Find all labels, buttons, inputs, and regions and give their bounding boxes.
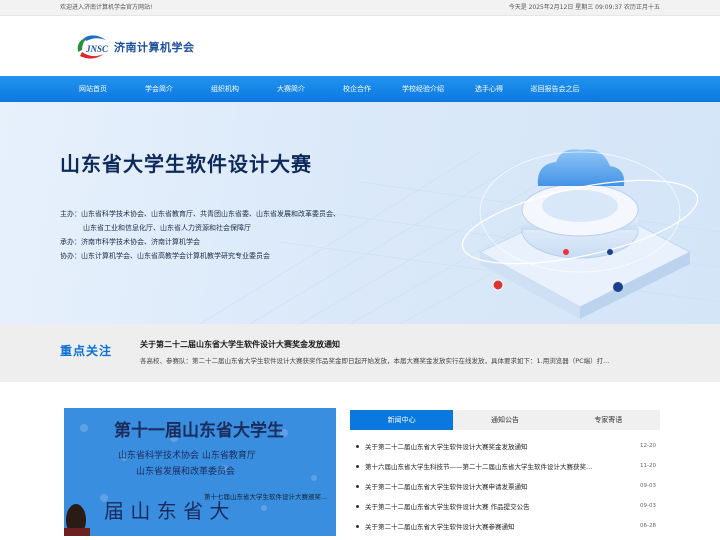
nav-item-cooperation[interactable]: 校企合作 bbox=[324, 76, 390, 102]
svg-text:届 山 东 省 大: 届 山 东 省 大 bbox=[104, 499, 229, 523]
svg-text:山东省科学技术协会 山东省教育厅: 山东省科学技术协会 山东省教育厅 bbox=[118, 449, 256, 461]
focus-summary: 各高校、参赛队：第二十二届山东省大学生软件设计大赛获奖作品奖金即日起开始发放，本… bbox=[140, 357, 610, 365]
undertaker-line: 承办：济南市科学技术协会、济南计算机学会 bbox=[60, 238, 200, 246]
news-date: 12-20 bbox=[640, 443, 656, 449]
list-item[interactable]: 关于第二十二届山东省大学生软件设计大赛申请发票通知 09-03 bbox=[350, 476, 660, 496]
news-photo-slideshow[interactable]: 第十一届山东省大学生 山东省科学技术协会 山东省教育厅 山东省发展和改革委员会 … bbox=[60, 404, 340, 540]
news-title: 关于第二十二届山东省大学生软件设计大赛奖金发放通知 bbox=[365, 443, 528, 451]
bullet-icon bbox=[356, 484, 359, 488]
nav-item-tour-report[interactable]: 巡回报告会之后 bbox=[522, 76, 588, 102]
focus-headline-link[interactable]: 关于第二十二届山东省大学生软件设计大赛奖金发放通知 bbox=[140, 339, 340, 350]
nav-item-organization[interactable]: 组织机构 bbox=[192, 76, 258, 102]
hero-organizers: 主办：山东省科学技术协会、山东省教育厅、共青团山东省委、山东省发展和改革委员会、… bbox=[60, 207, 340, 263]
top-bar: 欢迎进入济南计算机学会官方网站! 今天是 2025年2月12日 星期三 09:0… bbox=[0, 0, 720, 16]
list-item[interactable]: 关于第二十二届山东省大学生软件设计大赛 作品提交公告 09-03 bbox=[350, 496, 660, 516]
nav-item-contest-intro[interactable]: 大赛简介 bbox=[258, 76, 324, 102]
main-nav: 网站首页 学会简介 组织机构 大赛简介 校企合作 学校经验介绍 选手心得 巡回报… bbox=[0, 76, 720, 102]
list-item[interactable]: 关于第二十二届山东省大学生软件设计大赛奖金发放通知 12-20 bbox=[350, 436, 660, 456]
site-name: 济南计算机学会 bbox=[114, 41, 195, 54]
date-text: 今天是 2025年2月12日 星期三 09:09:37 农历正月十五 bbox=[508, 4, 660, 11]
bullet-icon bbox=[356, 464, 359, 468]
tab-expert-messages[interactable]: 专家寄语 bbox=[557, 410, 660, 430]
list-item[interactable]: 关于第二十二届山东省大学生软件设计大赛参赛通知 06-28 bbox=[350, 516, 660, 536]
site-logo[interactable]: JNSC 济南计算机学会 bbox=[72, 32, 195, 62]
award-ceremony-photo: 第十一届山东省大学生 山东省科学技术协会 山东省教育厅 山东省发展和改革委员会 … bbox=[64, 408, 336, 536]
list-item[interactable]: 第十六届山东省大学生科技节——第二十二届山东省大学生软件设计大赛获奖... 11… bbox=[350, 456, 660, 476]
header: JNSC 济南计算机学会 bbox=[0, 16, 720, 76]
news-title: 第十六届山东省大学生科技节——第二十二届山东省大学生软件设计大赛获奖... bbox=[365, 463, 593, 471]
news-date: 09-03 bbox=[640, 483, 656, 489]
svg-text:山东省发展和改革委员会: 山东省发展和改革委员会 bbox=[136, 465, 235, 477]
nav-item-about[interactable]: 学会简介 bbox=[126, 76, 192, 102]
news-title: 关于第二十二届山东省大学生软件设计大赛申请发票通知 bbox=[365, 483, 528, 491]
bullet-icon bbox=[356, 444, 359, 448]
logo-mark-icon: JNSC bbox=[72, 32, 112, 62]
photo-caption[interactable]: 第十七届山东省大学生软件设计大赛颁奖... bbox=[204, 491, 327, 501]
news-date: 11-20 bbox=[640, 463, 656, 469]
bullet-icon bbox=[356, 524, 359, 528]
tab-news-center[interactable]: 新闻中心 bbox=[350, 410, 454, 430]
news-date: 06-28 bbox=[640, 523, 656, 529]
svg-text:JNSC: JNSC bbox=[85, 44, 109, 54]
focus-label: 重点关注 bbox=[60, 344, 113, 358]
hero-banner[interactable]: 山东省大学生软件设计大赛 主办：山东省科学技术协会、山东省教育厅、共青团山东省委… bbox=[0, 102, 720, 324]
nav-item-home[interactable]: 网站首页 bbox=[60, 76, 126, 102]
bullet-icon bbox=[356, 504, 359, 508]
news-date: 09-03 bbox=[640, 503, 656, 509]
svg-text:第十一届山东省大学生: 第十一届山东省大学生 bbox=[114, 420, 284, 441]
welcome-text: 欢迎进入济南计算机学会官方网站! bbox=[60, 4, 153, 11]
news-list: 关于第二十二届山东省大学生软件设计大赛奖金发放通知 12-20 第十六届山东省大… bbox=[350, 436, 660, 536]
news-tabs: 新闻中心 通知公告 专家寄语 bbox=[350, 410, 660, 430]
cloud-platform-illustration-icon bbox=[461, 149, 699, 319]
hero-title: 山东省大学生软件设计大赛 bbox=[60, 152, 312, 176]
organizers-line-1: 主办：山东省科学技术协会、山东省教育厅、共青团山东省委、山东省发展和改革委员会、 bbox=[60, 210, 340, 218]
coorganizer-line: 协办：山东计算机学会、山东省高教学会计算机教学研究专业委员会 bbox=[60, 252, 270, 260]
news-title: 关于第二十二届山东省大学生软件设计大赛 作品提交公告 bbox=[365, 503, 530, 511]
nav-item-school-experience[interactable]: 学校经验介绍 bbox=[390, 76, 456, 102]
news-title: 关于第二十二届山东省大学生软件设计大赛参赛通知 bbox=[365, 523, 515, 531]
nav-item-player-notes[interactable]: 选手心得 bbox=[456, 76, 522, 102]
organizers-line-2: 山东省工业和信息化厅、山东省人力资源和社会保障厅 bbox=[83, 224, 251, 232]
tab-notices[interactable]: 通知公告 bbox=[453, 410, 556, 430]
focus-section: 重点关注 关于第二十二届山东省大学生软件设计大赛奖金发放通知 各高校、参赛队：第… bbox=[0, 324, 720, 382]
